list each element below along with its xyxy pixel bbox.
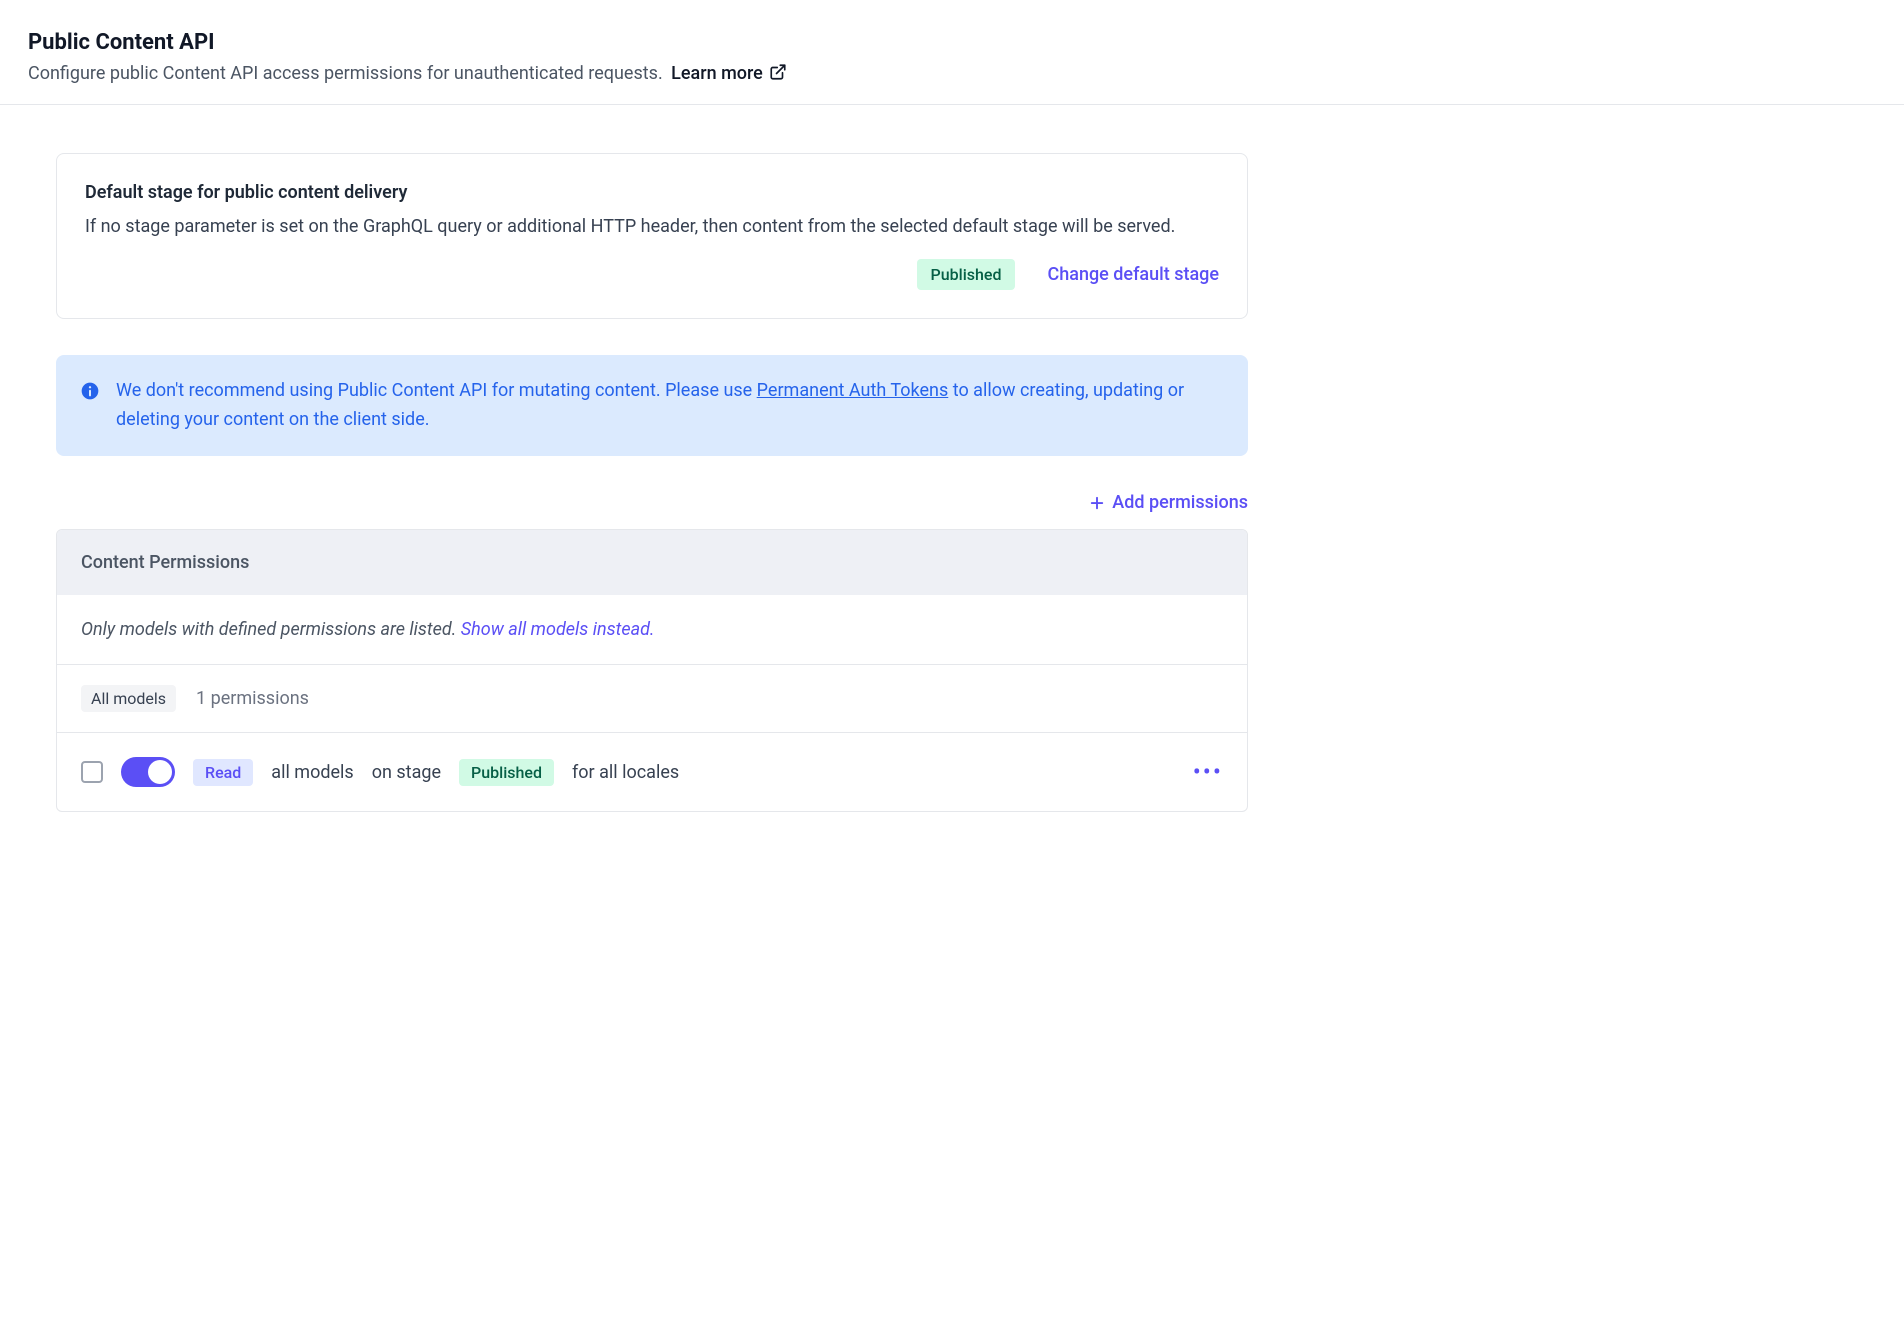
default-stage-desc: If no stage parameter is set on the Grap… xyxy=(85,213,1219,241)
permanent-auth-tokens-link[interactable]: Permanent Auth Tokens xyxy=(757,380,949,401)
learn-more-link[interactable]: Learn more xyxy=(671,63,787,84)
page-title: Public Content API xyxy=(28,30,1876,55)
content-permissions-panel: Content Permissions Only models with def… xyxy=(56,529,1248,812)
show-all-models-link[interactable]: Show all models instead. xyxy=(461,619,655,640)
permission-count: 1 permissions xyxy=(196,688,309,709)
permission-text-models: all models xyxy=(271,762,353,783)
permission-text-locales: for all locales xyxy=(572,762,679,783)
default-stage-badge: Published xyxy=(917,259,1016,290)
info-text-before: We don't recommend using Public Content … xyxy=(116,380,757,401)
add-permissions-label: Add permissions xyxy=(1112,492,1248,513)
permission-action-badge: Read xyxy=(193,759,253,786)
external-link-icon xyxy=(769,63,787,81)
permission-row-more-button[interactable]: ••• xyxy=(1193,760,1223,784)
permission-toggle[interactable] xyxy=(121,757,175,787)
permission-checkbox[interactable] xyxy=(81,761,103,783)
permission-summary-row: All models 1 permissions xyxy=(57,665,1247,733)
info-icon xyxy=(80,381,100,401)
learn-more-label: Learn more xyxy=(671,63,763,84)
page-subtitle: Configure public Content API access perm… xyxy=(28,63,1876,84)
permission-text-onstage: on stage xyxy=(372,762,441,783)
default-stage-card: Default stage for public content deliver… xyxy=(56,153,1248,319)
add-permissions-button[interactable]: Add permissions xyxy=(1088,492,1248,513)
page-subtitle-text: Configure public Content API access perm… xyxy=(28,63,663,84)
permission-note: Only models with defined permissions are… xyxy=(57,595,1247,665)
default-stage-title: Default stage for public content deliver… xyxy=(85,182,1219,203)
plus-icon xyxy=(1088,494,1106,512)
content-permissions-header: Content Permissions xyxy=(57,530,1247,595)
permission-row: Read all models on stage Published for a… xyxy=(57,733,1247,811)
permission-note-text: Only models with defined permissions are… xyxy=(81,619,461,640)
info-banner: We don't recommend using Public Content … xyxy=(56,355,1248,457)
change-default-stage-link[interactable]: Change default stage xyxy=(1047,264,1219,285)
permission-stage-badge: Published xyxy=(459,759,554,786)
all-models-badge: All models xyxy=(81,685,176,712)
